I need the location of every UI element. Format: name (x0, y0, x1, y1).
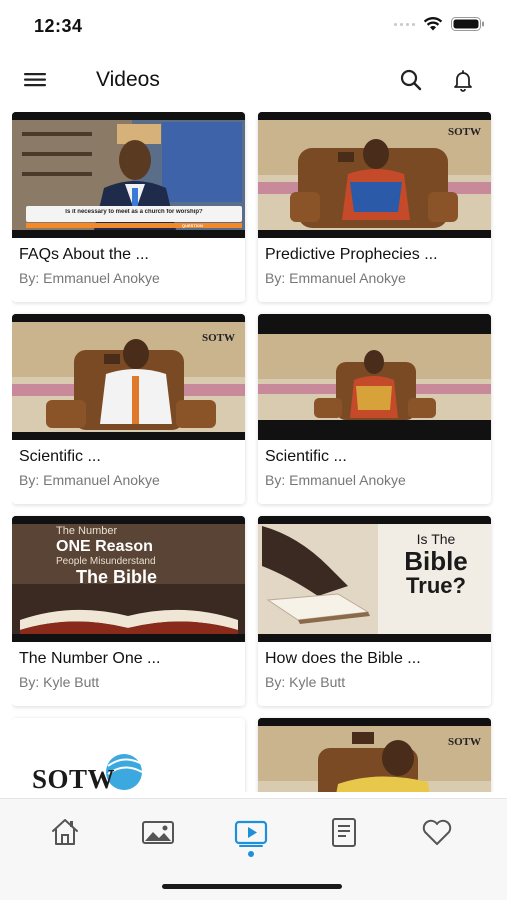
video-thumbnail: Is The Bible True? (258, 516, 491, 642)
video-author: By: Emmanuel Anokye (265, 270, 406, 286)
tab-home[interactable] (48, 815, 82, 849)
video-card[interactable]: SOTW (12, 718, 245, 792)
video-thumbnail: SOTW (12, 314, 245, 440)
notifications-button[interactable] (451, 68, 475, 92)
app-header: Videos (0, 58, 507, 102)
video-card[interactable]: Scientific ... By: Emmanuel Anokye (258, 314, 491, 504)
video-thumbnail: Is it necessary to meet as a church for … (12, 112, 245, 238)
thumbnail-text: Is The Bible True? (404, 531, 468, 598)
battery-icon (451, 17, 484, 31)
thumbnail-caption: Is it necessary to meet as a church for … (65, 209, 203, 215)
tab-gallery[interactable] (141, 815, 175, 849)
video-author: By: Emmanuel Anokye (19, 472, 160, 488)
search-button[interactable] (399, 68, 423, 92)
video-icon (234, 820, 268, 847)
video-author: By: Emmanuel Anokye (19, 270, 160, 286)
channel-logo: SOTW (201, 332, 235, 344)
video-author: By: Emmanuel Anokye (265, 472, 406, 488)
page-title: Videos (96, 68, 160, 91)
channel-logo: SOTW (32, 764, 116, 792)
channel-logo: SOTW (447, 126, 481, 138)
channel-logo: SOTW (447, 736, 481, 748)
heart-icon (422, 819, 452, 845)
status-bar: 12:34 (0, 0, 507, 50)
video-title: Scientific ... (265, 448, 347, 465)
bell-icon (454, 70, 472, 92)
video-card[interactable]: Is it necessary to meet as a church for … (12, 112, 245, 302)
video-card[interactable]: SOTW Scientific ... By: Emmanuel Anokye (12, 314, 245, 504)
video-title: How does the Bible ... (265, 650, 421, 667)
home-indicator[interactable] (162, 884, 342, 889)
image-icon (142, 821, 174, 844)
tab-favorites[interactable] (420, 815, 454, 849)
video-thumbnail: SOTW (258, 112, 491, 238)
active-tab-indicator (248, 851, 254, 857)
thumbnail-text: The Number ONE Reason People Misundersta… (56, 525, 158, 587)
status-time: 12:34 (34, 16, 83, 36)
video-grid: Is it necessary to meet as a church for … (12, 112, 495, 792)
video-author: By: Kyle Butt (19, 674, 100, 690)
video-card[interactable]: The Number ONE Reason People Misundersta… (12, 516, 245, 706)
video-thumbnail: SOTW (12, 718, 245, 792)
menu-button[interactable] (22, 68, 50, 92)
status-icons (394, 16, 485, 32)
video-card[interactable]: SOTW (258, 718, 491, 792)
document-icon (332, 818, 356, 847)
tab-articles[interactable] (327, 815, 361, 849)
video-thumbnail: The Number ONE Reason People Misundersta… (12, 516, 245, 642)
video-title: Scientific ... (19, 448, 101, 465)
wifi-icon (423, 16, 443, 31)
video-thumbnail: SOTW (258, 718, 491, 792)
video-title: The Number One ... (19, 650, 161, 667)
video-title: Predictive Prophecies ... (265, 246, 438, 263)
thumbnail-tag: QUESTION (182, 223, 203, 228)
video-title: FAQs About the ... (19, 246, 149, 263)
search-icon (400, 69, 422, 91)
video-card[interactable]: Is The Bible True? How does the Bible ..… (258, 516, 491, 706)
video-author: By: Kyle Butt (265, 674, 346, 690)
cellular-signal-icon (394, 22, 415, 26)
video-thumbnail (258, 314, 491, 440)
hamburger-menu-icon (24, 73, 46, 87)
video-card[interactable]: SOTW Predictive Prophecies ... By: Emman… (258, 112, 491, 302)
tab-videos[interactable] (234, 815, 268, 849)
home-icon (52, 819, 78, 845)
